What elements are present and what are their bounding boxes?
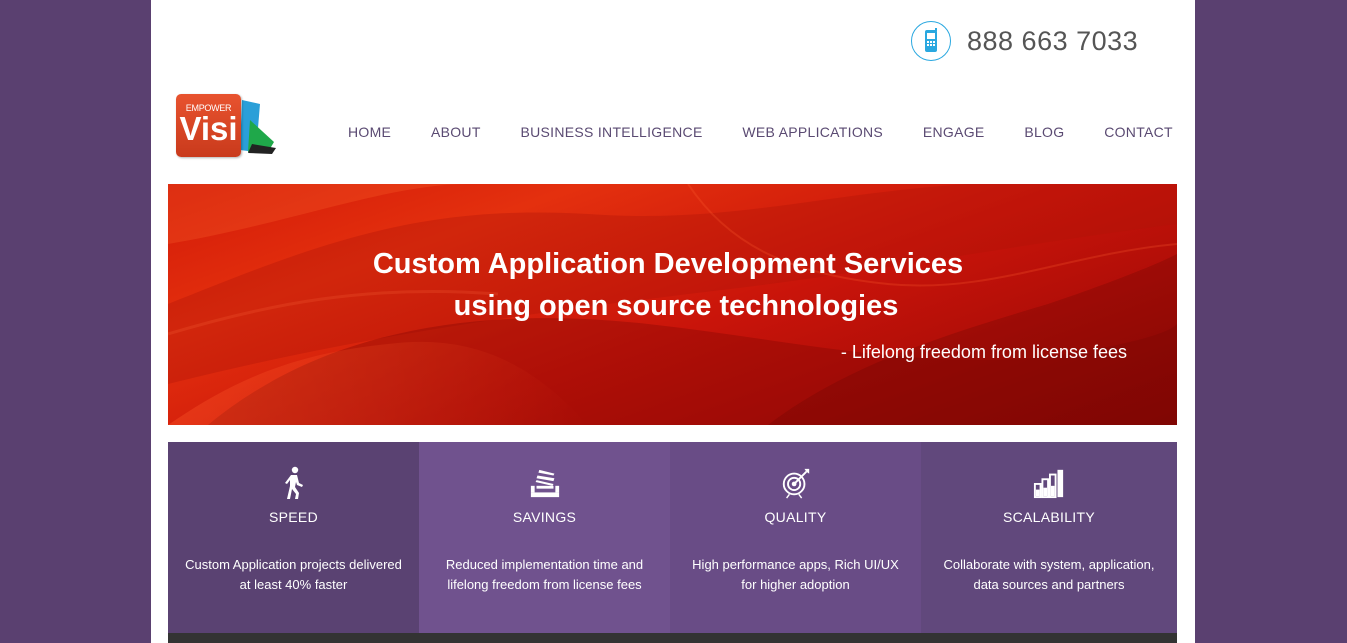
- feature-description: Custom Application projects delivered at…: [178, 555, 409, 595]
- feature-desc-line: at least 40% faster: [239, 577, 348, 592]
- walking-person-icon: [284, 466, 303, 499]
- footer-strip: [168, 633, 1177, 643]
- feature-title: SCALABILITY: [1002, 509, 1095, 525]
- features-row: SPEED Custom Application projects delive…: [168, 442, 1177, 633]
- hero-headline-line2: using open source technologies: [453, 290, 899, 322]
- nav-blog[interactable]: BLOG: [1024, 124, 1064, 140]
- phone-number[interactable]: 888 663 7033: [967, 26, 1138, 57]
- nav-home[interactable]: HOME: [348, 124, 391, 140]
- nav-contact[interactable]: CONTACT: [1104, 124, 1173, 140]
- feature-speed[interactable]: SPEED Custom Application projects delive…: [168, 442, 419, 633]
- feature-desc-line: High performance apps, Rich UI/UX: [692, 557, 899, 572]
- nav-web-applications[interactable]: WEB APPLICATIONS: [742, 124, 883, 140]
- feature-desc-line: Custom Application projects delivered: [185, 557, 402, 572]
- feature-desc-line: lifelong freedom from license fees: [447, 577, 642, 592]
- feature-desc-line: for higher adoption: [741, 577, 850, 592]
- feature-savings[interactable]: SAVINGS Reduced implementation time and …: [419, 442, 670, 633]
- feature-desc-line: Collaborate with system, application,: [943, 557, 1155, 572]
- feature-scalability[interactable]: SCALABILITY Collaborate with system, app…: [921, 442, 1177, 633]
- nav-about[interactable]: ABOUT: [431, 124, 481, 140]
- hero-headline-line1: Custom Application Development Services: [372, 248, 964, 280]
- bar-chart-icon: [1033, 469, 1064, 499]
- feature-desc-line: Reduced implementation time and: [445, 557, 644, 572]
- feature-title: QUALITY: [764, 509, 827, 525]
- feature-title: SAVINGS: [512, 509, 577, 525]
- mobile-phone-icon: [911, 21, 951, 61]
- page-container: 888 663 7033 EMPOWER Visi HOME ABOUT BUS…: [151, 0, 1195, 643]
- empowervisi-logo[interactable]: EMPOWER Visi: [176, 92, 278, 158]
- stacked-coins-icon: [530, 469, 559, 498]
- logo-main-text: Visi: [179, 110, 238, 147]
- main-nav: HOME ABOUT BUSINESS INTELLIGENCE WEB APP…: [348, 124, 1173, 140]
- feature-description: Reduced implementation time and lifelong…: [429, 555, 660, 595]
- nav-business-intelligence[interactable]: BUSINESS INTELLIGENCE: [520, 124, 702, 140]
- nav-engage[interactable]: ENGAGE: [923, 124, 985, 140]
- target-icon: [782, 468, 809, 499]
- feature-title: SPEED: [269, 509, 318, 525]
- feature-description: High performance apps, Rich UI/UX for hi…: [680, 555, 911, 595]
- hero-banner: Custom Application Development Services …: [168, 184, 1177, 425]
- logo-badge: EMPOWER Visi: [176, 94, 241, 157]
- hero-tagline: - Lifelong freedom from license fees: [840, 342, 1127, 362]
- feature-description: Collaborate with system, application, da…: [931, 555, 1167, 595]
- feature-quality[interactable]: QUALITY High performance apps, Rich UI/U…: [670, 442, 921, 633]
- feature-desc-line: data sources and partners: [973, 577, 1125, 592]
- phone-contact[interactable]: 888 663 7033: [911, 19, 1138, 63]
